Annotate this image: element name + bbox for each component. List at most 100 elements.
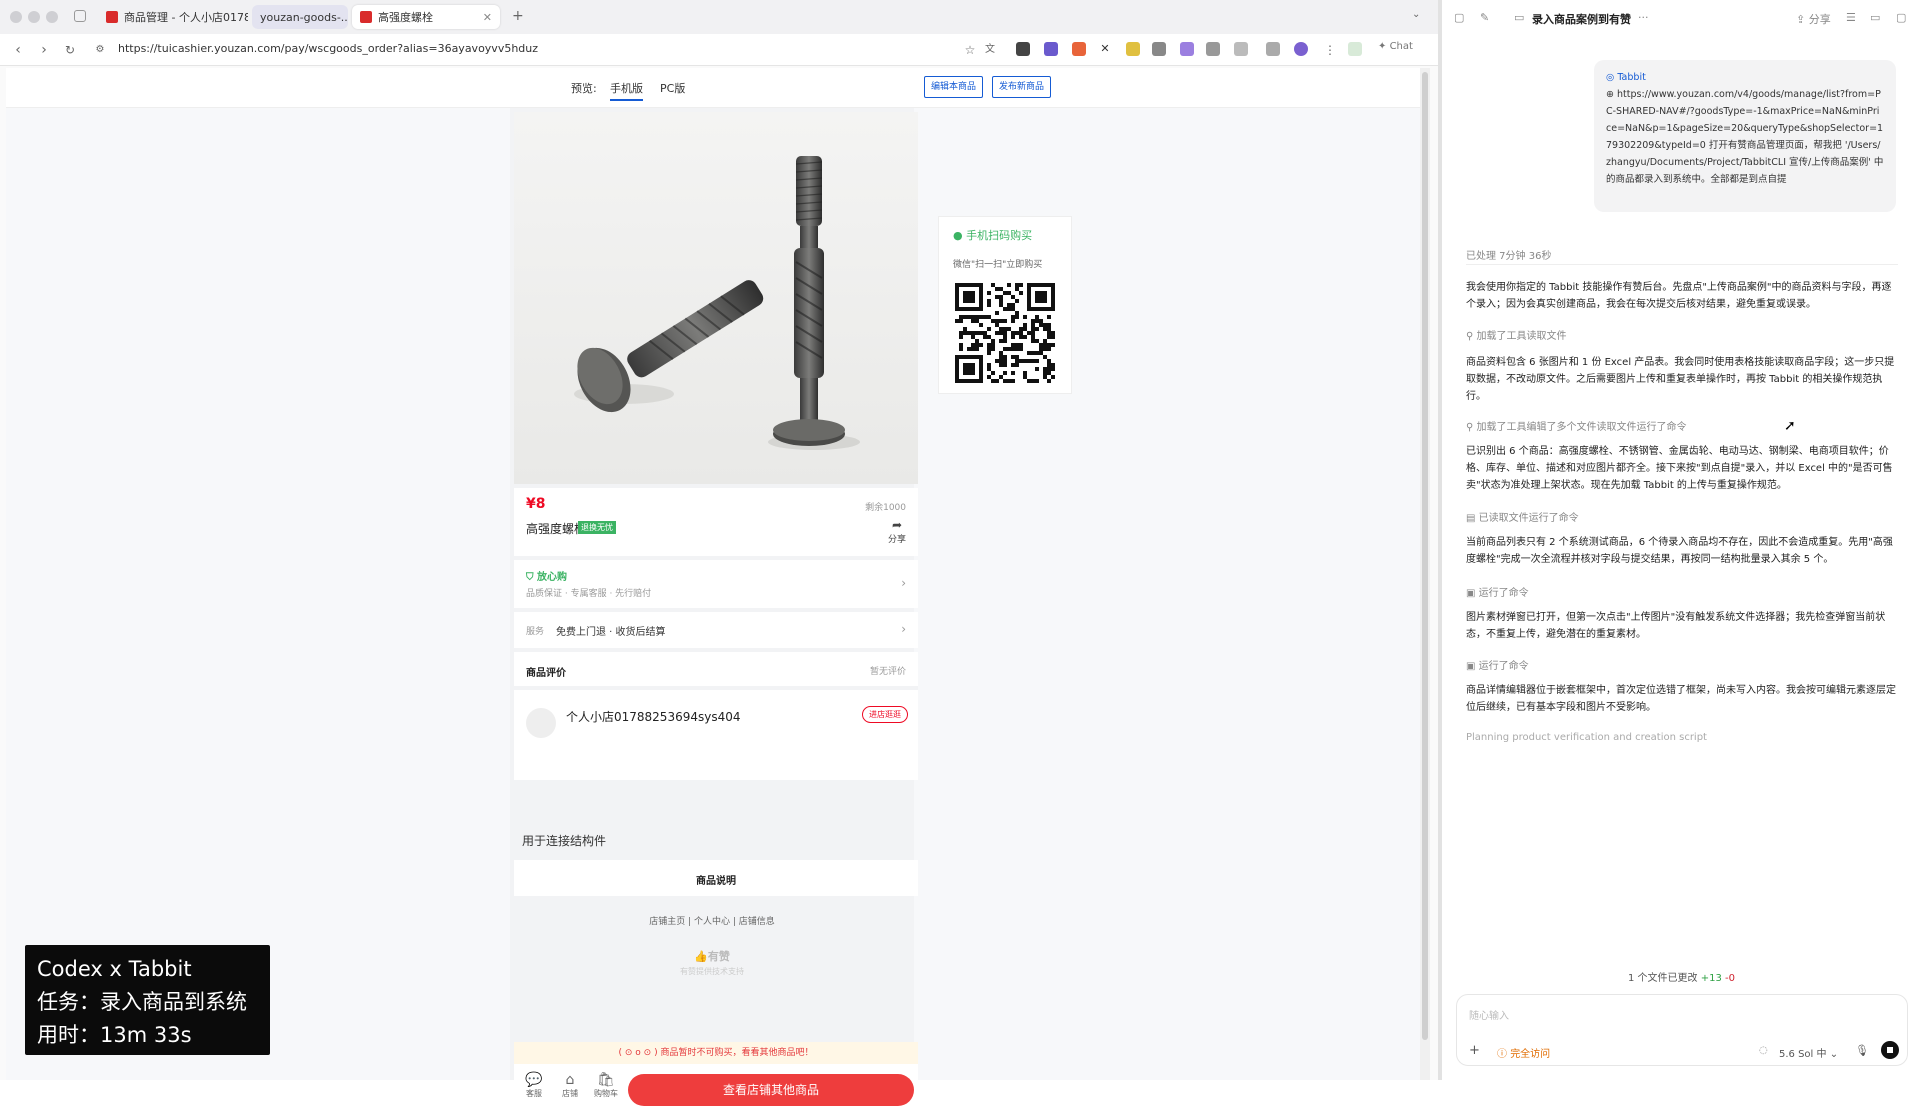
conversation-title: 录入商品案例到有赞 — [1532, 13, 1631, 26]
chat-input-box[interactable]: 随心输入 + ⓘ 完全访问 ◌ 5.6 Sol 中 ⌄ 🎙 — [1456, 994, 1908, 1066]
youzan-support: 有赞提供技术支持 — [680, 967, 744, 976]
new-chat-icon[interactable]: ✎ — [1480, 11, 1489, 24]
extension-icon[interactable] — [1126, 42, 1140, 56]
expand-icon[interactable]: ▢ — [1896, 11, 1906, 24]
wrench-icon: ⚲ — [1466, 331, 1474, 342]
file-icon: ▤ — [1466, 513, 1476, 524]
extension-icon[interactable] — [1072, 42, 1086, 56]
close-tab-icon[interactable]: ✕ — [477, 11, 492, 24]
user-message-body: https://www.youzan.com/v4/goods/manage/l… — [1606, 89, 1884, 185]
divider — [514, 686, 918, 690]
list-icon[interactable]: ☰ — [1846, 11, 1856, 24]
tool-step[interactable]: ▣ 运行了命令 — [1466, 657, 1529, 672]
bottom-tab-label: 购物车 — [594, 1089, 618, 1098]
cart-button[interactable]: 🛍 购物车 — [592, 1072, 620, 1099]
minimize-window-button[interactable] — [28, 11, 40, 23]
back-icon[interactable]: ‹ — [10, 42, 26, 58]
share-button[interactable]: ➦ 分享 — [888, 518, 906, 545]
file-changes-summary[interactable]: 1 个文件已更改 +13 -0 — [1628, 969, 1735, 984]
wechat-icon: ● — [953, 229, 963, 242]
sidebar-toggle-icon[interactable] — [74, 10, 86, 22]
tab-pc[interactable]: PC版 — [660, 80, 685, 96]
processed-time: 已处理 7分钟 36秒 — [1466, 251, 1552, 262]
tab-label: youzan-goods-... — [260, 10, 348, 24]
window-icon[interactable]: ▭ — [1870, 11, 1880, 24]
add-icon[interactable]: + — [1469, 1043, 1480, 1058]
review-title: 商品评价 — [526, 668, 566, 679]
qr-code-card: ● 手机扫码购买 微信"扫一扫"立即购买 — [938, 216, 1072, 394]
guarantee-title: ⛉ 放心购 — [526, 568, 567, 583]
assistant-panel: ▢ ✎ ▭ 录入商品案例到有赞 ··· ⇪ 分享 ☰ ▭ ▢ ◎ Tabbit … — [1442, 0, 1920, 1080]
service-value: 免费上门退 · 收货后结算 — [556, 627, 666, 638]
chat-input[interactable]: 随心输入 — [1469, 1007, 1509, 1022]
extension-icon[interactable] — [1180, 42, 1194, 56]
access-mode-button[interactable]: ⓘ 完全访问 — [1497, 1045, 1550, 1060]
overlay-time: 用时：13m 33s — [37, 1023, 192, 1047]
thumb-icon: 👍 — [694, 950, 708, 963]
tab-goods-manage[interactable]: 商品管理 - 个人小店01788253... — [98, 5, 248, 29]
url-input[interactable]: https://tuicashier.youzan.com/pay/wscgoo… — [118, 42, 538, 55]
scroll-thumb[interactable] — [1422, 72, 1428, 1040]
more-icon[interactable]: ··· — [1638, 11, 1649, 24]
extension-icon[interactable] — [1016, 42, 1030, 56]
page-scrollbar[interactable] — [1420, 68, 1430, 1080]
stop-button[interactable] — [1881, 1041, 1899, 1059]
microphone-icon[interactable]: 🎙 — [1855, 1044, 1869, 1057]
translate-icon[interactable]: 文 — [982, 42, 998, 58]
unavailable-banner: ( ⊙ o ⊙ ) 商品暂时不可购买，看看其他商品吧！ — [514, 1042, 918, 1064]
view-other-products-button[interactable]: 查看店铺其他商品 — [628, 1074, 914, 1106]
assistant-icon[interactable] — [1348, 42, 1362, 56]
enter-shop-button[interactable]: 进店逛逛 — [862, 706, 908, 723]
extension-icon[interactable] — [1152, 42, 1166, 56]
profile-avatar[interactable] — [1294, 42, 1308, 56]
share-icon: ➦ — [891, 518, 903, 532]
assistant-message: 商品资料包含 6 张图片和 1 份 Excel 产品表。我会同时使用表格技能读取… — [1466, 357, 1895, 402]
maximize-window-button[interactable] — [46, 11, 58, 23]
guarantee-title-text: 放心购 — [536, 572, 567, 583]
bolt-image-icon — [514, 112, 918, 484]
shop-button[interactable]: ⌂ 店铺 — [556, 1072, 584, 1099]
extensions-puzzle-icon[interactable] — [1234, 42, 1248, 56]
forward-icon[interactable]: › — [36, 42, 52, 58]
product-price: ¥8 — [526, 496, 546, 512]
tab-bolt-active[interactable]: 高强度螺栓 ✕ — [352, 5, 500, 29]
service-row[interactable]: 服务 免费上门退 · 收货后结算 › — [514, 612, 918, 648]
customer-service-button[interactable]: 💬 客服 — [520, 1072, 548, 1099]
reload-icon[interactable]: ↻ — [62, 42, 78, 58]
menu-dots-icon[interactable]: ⋮ — [1322, 42, 1338, 58]
model-selector[interactable]: 5.6 Sol 中 ⌄ — [1779, 1045, 1838, 1060]
footer-links[interactable]: 店铺主页 | 个人中心 | 店铺信息 — [510, 914, 914, 927]
extension-icon[interactable] — [1206, 42, 1220, 56]
youzan-logo: 👍有赞 — [510, 948, 914, 964]
tab-mobile[interactable]: 手机版 — [610, 80, 643, 101]
sidebar-icon[interactable]: ▢ — [1454, 11, 1464, 24]
model-label: 5.6 Sol 中 — [1779, 1049, 1827, 1060]
x-extension-icon[interactable]: ✕ — [1098, 42, 1112, 56]
download-icon[interactable] — [1266, 42, 1280, 56]
edit-product-button[interactable]: 编辑本商品 — [924, 76, 984, 98]
tab-bar: 商品管理 - 个人小店01788253... youzan-goods-... … — [0, 0, 1440, 34]
guarantee-card[interactable]: ⛉ 放心购 品质保证 · 专属客服 · 先行赔付 › — [514, 560, 918, 608]
assistant-message: 图片素材弹窗已打开，但第一次点击"上传图片"没有触发系统文件选择器；我先检查弹窗… — [1466, 612, 1886, 640]
tool-step[interactable]: ▤ 已读取文件运行了命令 — [1466, 509, 1579, 524]
shield-icon: ⛉ — [526, 572, 534, 583]
changes-minus: -0 — [1725, 973, 1736, 984]
close-window-button[interactable] — [10, 11, 22, 23]
site-info-icon[interactable]: ⚙ — [92, 42, 108, 58]
share-button[interactable]: ⇪ 分享 — [1796, 11, 1831, 27]
bookmark-star-icon[interactable]: ☆ — [962, 42, 978, 58]
tab-list-chevron-icon[interactable]: ⌄ — [1412, 9, 1420, 20]
publish-product-button[interactable]: 发布新商品 — [992, 76, 1052, 98]
tool-step[interactable]: ⚲ 加载了工具读取文件 — [1466, 327, 1567, 342]
desc-section: 商品说明 — [514, 860, 918, 896]
guarantee-items: 品质保证 · 专属客服 · 先行赔付 — [526, 589, 652, 599]
home-icon: ⌂ — [565, 1072, 575, 1088]
mouse-cursor-icon: ➚ — [1784, 418, 1796, 434]
tab-youzan-goods[interactable]: youzan-goods-... — [252, 5, 348, 29]
chat-button[interactable]: ✦ Chat — [1378, 41, 1413, 52]
extension-icon[interactable] — [1044, 42, 1058, 56]
new-tab-icon[interactable]: + — [512, 8, 524, 24]
tool-step[interactable]: ⚲ 加载了工具编辑了多个文件读取文件运行了命令 — [1466, 418, 1687, 433]
planning-status: Planning product verification and creati… — [1466, 732, 1707, 743]
tool-step[interactable]: ▣ 运行了命令 — [1466, 584, 1529, 599]
